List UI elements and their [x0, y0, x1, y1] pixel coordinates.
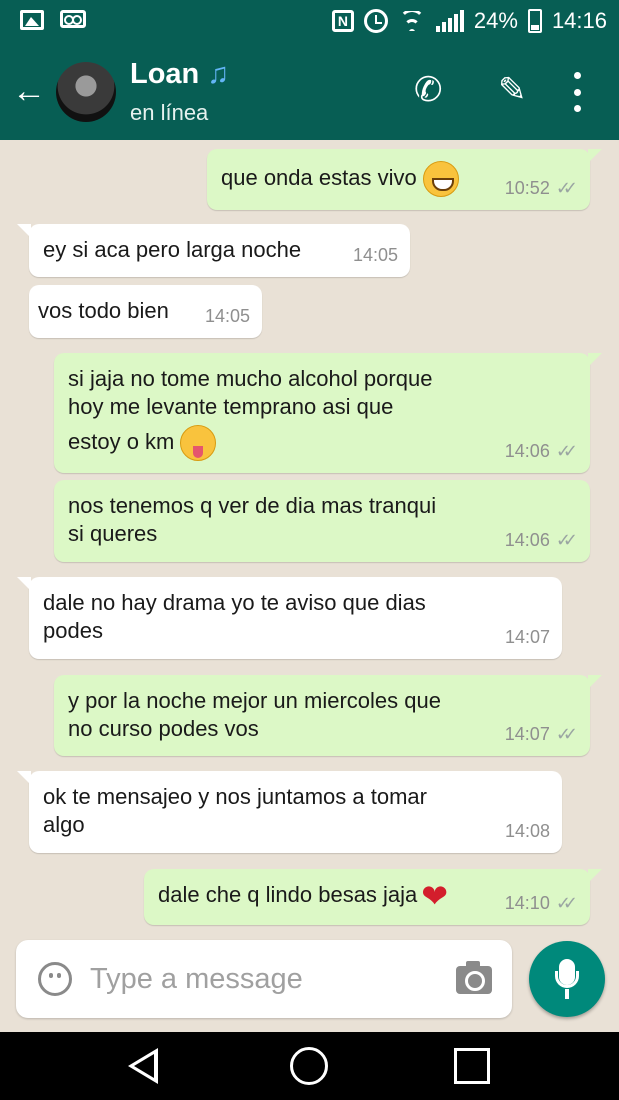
- message-time: 14:08: [504, 821, 550, 841]
- message-text: que onda estas vivo: [221, 164, 417, 190]
- contact-name: Loan: [130, 58, 200, 90]
- back-arrow-icon[interactable]: ←: [12, 74, 46, 108]
- message-time: 10:52: [504, 178, 550, 198]
- battery-level: 24%: [473, 8, 518, 33]
- message-text-line: podes: [43, 618, 103, 643]
- message-text-line: dale no hay drama yo te aviso que dias: [43, 590, 426, 615]
- music-note-icon: ♫: [207, 58, 230, 90]
- message-meta: 14:07 ✓✓: [505, 720, 578, 748]
- message-text-line: algo: [43, 812, 85, 837]
- message-time: 14:07: [504, 627, 550, 647]
- signal-icon: [435, 10, 464, 32]
- message-time: 14:05: [204, 306, 250, 326]
- message-meta: 14:05: [205, 302, 250, 330]
- message-meta: 14:08: [505, 817, 550, 845]
- status-bar-right: N 24% 14:16: [331, 8, 607, 34]
- mic-button[interactable]: [529, 941, 605, 1017]
- message-outgoing[interactable]: nos tenemos q ver de dia mas tranqui si …: [54, 480, 590, 562]
- paperclip-icon[interactable]: ✎: [498, 70, 527, 110]
- phone-icon[interactable]: ✆: [414, 70, 443, 110]
- image-icon: [20, 10, 44, 30]
- double-check-icon: ✓✓: [555, 178, 578, 198]
- message-text: dale che q lindo besas jaja: [158, 882, 418, 907]
- message-input[interactable]: [90, 958, 440, 1000]
- nav-back-icon[interactable]: [128, 1048, 158, 1084]
- status-bar-left: [20, 10, 86, 30]
- message-time: 14:06: [504, 530, 550, 550]
- message-text-line: no curso podes vos: [68, 716, 259, 741]
- message-text-line: y por la noche mejor un miercoles que: [68, 688, 441, 713]
- message-text-line: estoy o km: [68, 428, 175, 454]
- message-outgoing[interactable]: si jaja no tome mucho alcohol porque hoy…: [54, 353, 602, 473]
- message-outgoing[interactable]: y por la noche mejor un miercoles que no…: [54, 675, 602, 756]
- message-meta: 14:07: [505, 623, 550, 651]
- double-check-icon: ✓✓: [555, 724, 578, 744]
- message-text-line: hoy me levante temprano asi que: [68, 394, 394, 419]
- double-check-icon: ✓✓: [555, 530, 578, 550]
- message-meta: 14:06 ✓✓: [505, 437, 578, 465]
- grinning-face-icon: [422, 161, 459, 197]
- message-text: vos todo bien: [38, 298, 169, 323]
- message-incoming[interactable]: vos todo bien 14:05: [29, 285, 262, 338]
- mic-icon: [565, 989, 569, 999]
- message-text-line: ok te mensajeo y nos juntamos a tomar: [43, 784, 427, 809]
- message-meta: 14:05: [353, 241, 398, 269]
- message-meta: 14:06 ✓✓: [505, 526, 578, 554]
- wifi-icon: [398, 11, 426, 31]
- more-vert-icon[interactable]: [564, 72, 590, 112]
- message-text-line: nos tenemos q ver de dia mas tranqui: [68, 493, 437, 518]
- clock-time: 14:16: [551, 8, 607, 33]
- message-time: 14:06: [504, 441, 550, 461]
- double-check-icon: ✓✓: [555, 441, 578, 461]
- contact-name-row[interactable]: Loan ♫: [130, 58, 229, 91]
- message-text: ey si aca pero larga noche: [43, 237, 302, 262]
- message-time: 14:05: [352, 245, 398, 265]
- nfc-icon: N: [331, 10, 354, 32]
- message-incoming[interactable]: ok te mensajeo y nos juntamos a tomar al…: [17, 771, 562, 853]
- message-outgoing[interactable]: dale che q lindo besas jaja ❤ 14:10 ✓✓: [144, 869, 602, 925]
- message-time: 14:07: [504, 724, 550, 744]
- nav-home-icon[interactable]: [290, 1047, 328, 1085]
- red-heart-icon: ❤: [421, 878, 449, 915]
- message-list[interactable]: que onda estas vivo 10:52 ✓✓ ey si aca pe…: [0, 140, 619, 930]
- emoji-icon[interactable]: [38, 962, 72, 996]
- message-composer: [16, 940, 512, 1018]
- message-meta: 10:52 ✓✓: [505, 174, 578, 202]
- battery-icon: [527, 9, 542, 33]
- double-check-icon: ✓✓: [555, 893, 578, 913]
- message-outgoing[interactable]: que onda estas vivo 10:52 ✓✓: [207, 149, 602, 210]
- system-nav-bar: [0, 1032, 619, 1100]
- status-bar: N 24% 14:16: [0, 0, 619, 44]
- winking-tongue-face-icon: [180, 425, 217, 461]
- chat-header: ← Loan ♫ en línea ✆ ✎: [0, 44, 619, 140]
- voicemail-icon: [60, 10, 86, 28]
- avatar[interactable]: [56, 62, 116, 122]
- nav-recents-icon[interactable]: [454, 1048, 490, 1084]
- message-text-line: si jaja no tome mucho alcohol porque: [68, 366, 433, 391]
- alarm-icon: [363, 9, 388, 33]
- message-incoming[interactable]: dale no hay drama yo te aviso que dias p…: [17, 577, 562, 659]
- contact-status: en línea: [130, 100, 209, 125]
- camera-icon[interactable]: [456, 961, 492, 994]
- message-meta: 14:10 ✓✓: [505, 889, 578, 917]
- message-time: 14:10: [504, 893, 550, 913]
- message-text-line: si queres: [68, 521, 158, 546]
- message-incoming[interactable]: ey si aca pero larga noche 14:05: [17, 224, 410, 277]
